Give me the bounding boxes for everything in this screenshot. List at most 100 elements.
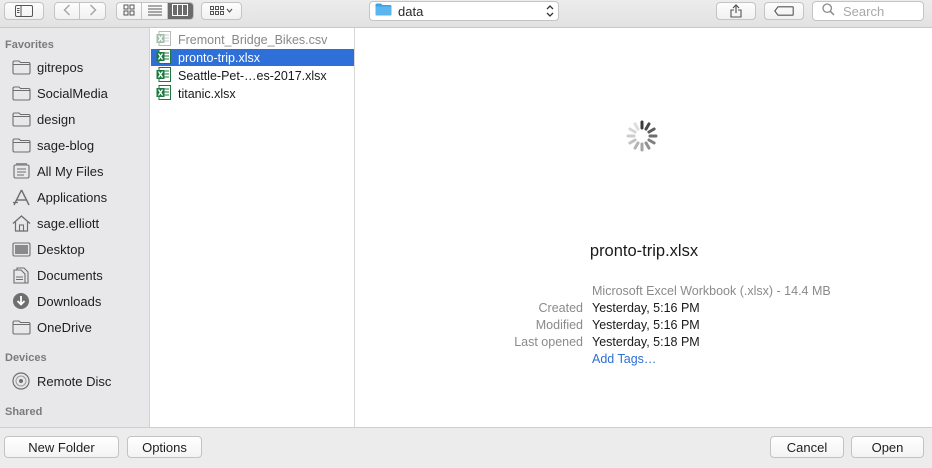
share-button[interactable] <box>716 2 756 20</box>
options-button[interactable]: Options <box>127 436 202 458</box>
shared-header: Shared <box>5 406 43 418</box>
home-icon <box>11 214 31 232</box>
sidebar-item-gitrepos[interactable]: gitrepos <box>0 55 149 79</box>
icon-view-button[interactable] <box>117 3 143 19</box>
folder-icon <box>375 3 392 19</box>
sidebar-item-label: Remote Disc <box>37 373 112 389</box>
sidebar-item-label: design <box>37 111 76 127</box>
sidebar-item-applications[interactable]: Applications <box>0 185 149 209</box>
all-files-icon <box>11 162 31 180</box>
add-tags-link[interactable]: Add Tags… <box>592 352 656 366</box>
sidebar-item-downloads[interactable]: Downloads <box>0 289 149 313</box>
sidebar-item-label: sage.elliott <box>37 215 100 231</box>
bottom-bar: New Folder Options Cancel Open <box>0 427 932 468</box>
preview-pane: pronto-trip.xlsx Microsoft Excel Workboo… <box>356 28 932 427</box>
sidebar-item-label: All My Files <box>37 163 104 179</box>
sidebar-item-label: SocialMedia <box>37 85 108 101</box>
meta-created-row: Created Yesterday, 5:16 PM <box>356 301 932 318</box>
disc-icon <box>11 372 31 390</box>
sidebar-item-sage-blog[interactable]: sage-blog <box>0 133 149 157</box>
meta-modified-row: Modified Yesterday, 5:16 PM <box>356 318 932 335</box>
sidebar-item-documents[interactable]: Documents <box>0 263 149 287</box>
list-view-icon <box>147 4 162 19</box>
favorites-header: Favorites <box>5 39 54 51</box>
folder-icon <box>11 318 31 336</box>
sidebar-item-onedrive[interactable]: OneDrive <box>0 315 149 339</box>
folder-icon <box>11 84 31 102</box>
applications-icon <box>11 188 31 206</box>
share-icon <box>730 4 742 18</box>
search-icon <box>822 3 835 19</box>
sidebar-item-remote-disc[interactable]: Remote Disc <box>0 369 149 393</box>
open-file-dialog: data Favorites gitrepos <box>0 0 932 468</box>
svg-text:X: X <box>158 52 164 61</box>
search-field[interactable] <box>812 1 925 21</box>
file-row-seattle-pet[interactable]: X Seattle-Pet-…es-2017.xlsx <box>151 66 354 85</box>
modified-label: Modified <box>535 318 583 332</box>
tag-button[interactable] <box>764 2 804 20</box>
sidebar-item-label: Downloads <box>37 293 102 309</box>
documents-icon <box>11 266 31 284</box>
back-button[interactable] <box>55 3 81 19</box>
sidebar-item-all-my-files[interactable]: All My Files <box>0 159 149 183</box>
last-opened-label: Last opened <box>514 335 583 349</box>
open-button[interactable]: Open <box>851 436 924 458</box>
file-row-pronto-trip[interactable]: X pronto-trip.xlsx <box>151 48 354 67</box>
popup-arrows-icon <box>546 4 554 21</box>
group-by-button[interactable] <box>201 2 242 20</box>
excel-file-icon: X <box>156 66 171 85</box>
toolbar: data <box>0 0 932 28</box>
sidebar-item-desktop[interactable]: Desktop <box>0 237 149 261</box>
excel-file-icon: X <box>156 48 171 67</box>
meta-tags-row: Add Tags… <box>356 352 932 369</box>
location-popup[interactable]: data <box>369 1 559 21</box>
modified-value: Yesterday, 5:16 PM <box>592 318 700 332</box>
sidebar-item-label: OneDrive <box>37 319 92 335</box>
view-mode-buttons <box>116 2 194 20</box>
last-opened-value: Yesterday, 5:18 PM <box>592 335 700 349</box>
icon-view-icon <box>123 4 135 19</box>
loading-spinner-icon <box>625 119 659 156</box>
desktop-icon <box>11 240 31 258</box>
sidebar-item-label: gitrepos <box>37 59 84 75</box>
file-row-fremont-bridge-bikes[interactable]: X Fremont_Bridge_Bikes.csv <box>151 30 354 49</box>
search-input[interactable] <box>841 2 925 20</box>
sidebar-item-socialmedia[interactable]: SocialMedia <box>0 81 149 105</box>
list-view-button[interactable] <box>142 3 168 19</box>
downloads-icon <box>11 292 31 310</box>
sidebar-item-label: sage-blog <box>37 137 95 153</box>
forward-button[interactable] <box>80 3 105 19</box>
column-view-icon <box>172 3 189 19</box>
file-list-column: X Fremont_Bridge_Bikes.csv X pronto-trip… <box>151 28 355 427</box>
svg-text:X: X <box>158 34 164 43</box>
sidebar-item-sage-elliott[interactable]: sage.elliott <box>0 211 149 235</box>
sidebar-toggle-button[interactable] <box>4 2 44 20</box>
preview-filename: pronto-trip.xlsx <box>589 242 699 260</box>
back-forward-buttons <box>54 2 106 20</box>
sidebar-item-label: Documents <box>37 267 103 283</box>
meta-last-opened-row: Last opened Yesterday, 5:18 PM <box>356 335 932 352</box>
cancel-button[interactable]: Cancel <box>770 436 844 458</box>
created-value: Yesterday, 5:16 PM <box>592 301 700 315</box>
back-arrow-icon <box>63 3 71 19</box>
group-by-icon <box>209 6 234 16</box>
file-kind: Microsoft Excel Workbook (.xlsx) - 14.4 … <box>592 284 831 298</box>
file-name: Seattle-Pet-…es-2017.xlsx <box>178 68 327 83</box>
sidebar-item-design[interactable]: design <box>0 107 149 131</box>
column-view-button[interactable] <box>167 3 193 19</box>
sidebar-item-label: Desktop <box>37 241 85 257</box>
sidebar-toggle-icon <box>15 5 33 17</box>
meta-kind-row: Microsoft Excel Workbook (.xlsx) - 14.4 … <box>356 284 932 301</box>
location-label: data <box>398 3 424 19</box>
file-row-titanic[interactable]: X titanic.xlsx <box>151 84 354 102</box>
created-label: Created <box>538 301 583 315</box>
forward-arrow-icon <box>89 3 97 19</box>
sidebar-item-label: Applications <box>37 189 108 205</box>
folder-icon <box>11 58 31 76</box>
folder-icon <box>11 136 31 154</box>
svg-text:X: X <box>158 70 164 79</box>
sidebar: Favorites gitrepos SocialMedia design sa… <box>0 28 150 427</box>
new-folder-button[interactable]: New Folder <box>4 436 119 458</box>
file-name: pronto-trip.xlsx <box>178 50 260 65</box>
csv-file-icon: X <box>156 30 171 49</box>
